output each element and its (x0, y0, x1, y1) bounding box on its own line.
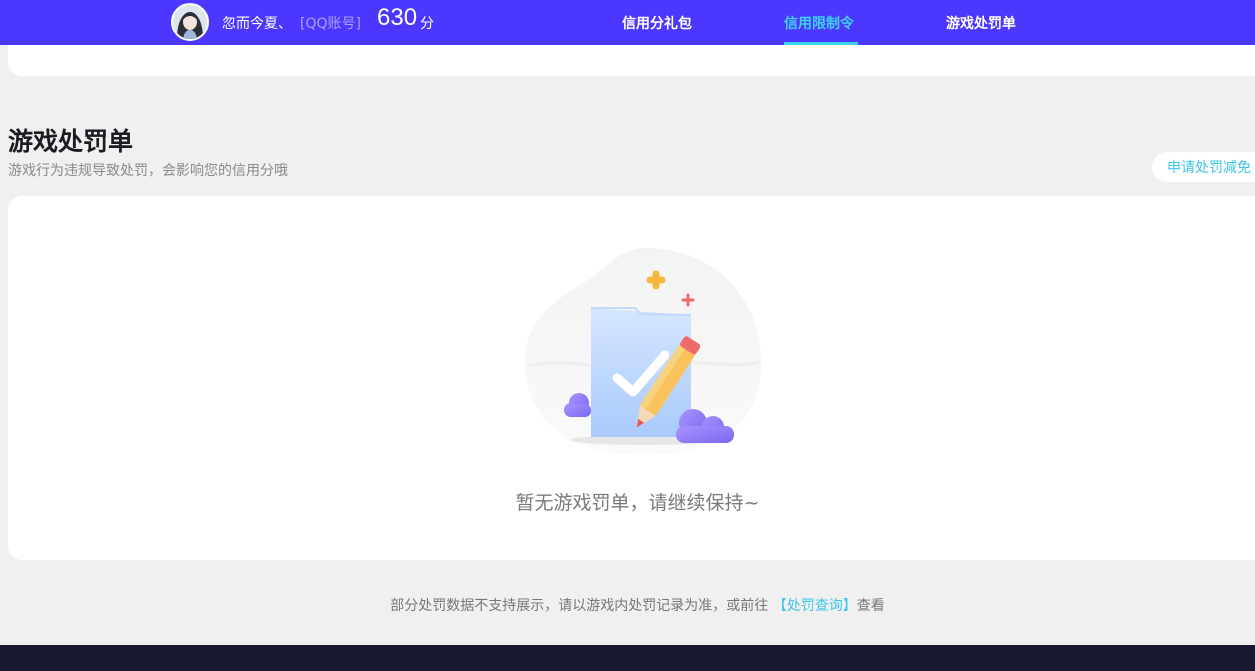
avatar-portrait-icon (173, 5, 207, 39)
previous-section-card (8, 45, 1255, 76)
page-footer (0, 645, 1255, 671)
apply-penalty-reduction-button[interactable]: 申请处罚减免 (1152, 152, 1255, 182)
user-avatar[interactable] (171, 3, 209, 41)
nav-tab-credit-restriction[interactable]: 信用限制令 (784, 13, 854, 33)
user-name: 忽而今夏、 (222, 16, 292, 32)
credit-score-unit: 分 (420, 16, 434, 32)
top-navigation-bar: 忽而今夏、 [QQ账号] 630 分 信用分礼包 信用限制令 游戏处罚单 (0, 0, 1255, 45)
credit-score: 630 (377, 4, 418, 31)
empty-state-message: 暂无游戏罚单，请继续保持~ (515, 492, 760, 514)
penalty-data-footnote: 部分处罚数据不支持展示，请以游戏内处罚记录为准，或前往 【处罚查询】查看 (0, 595, 1255, 615)
footnote-prefix: 部分处罚数据不支持展示，请以游戏内处罚记录为准，或前往 (390, 598, 769, 614)
penalty-query-link[interactable]: 【处罚查询】 (773, 598, 857, 614)
footnote-suffix: 查看 (856, 598, 885, 614)
section-subtitle: 游戏行为违规导致处罚，会影响您的信用分哦 (8, 163, 288, 179)
empty-state-clipboard-icon (524, 248, 762, 455)
section-title: 游戏处罚单 (8, 127, 134, 156)
nav-tab-game-penalty[interactable]: 游戏处罚单 (946, 13, 1016, 33)
nav-tab-credit-gift[interactable]: 信用分礼包 (622, 13, 692, 33)
account-type-tag: [QQ账号] (300, 16, 361, 32)
